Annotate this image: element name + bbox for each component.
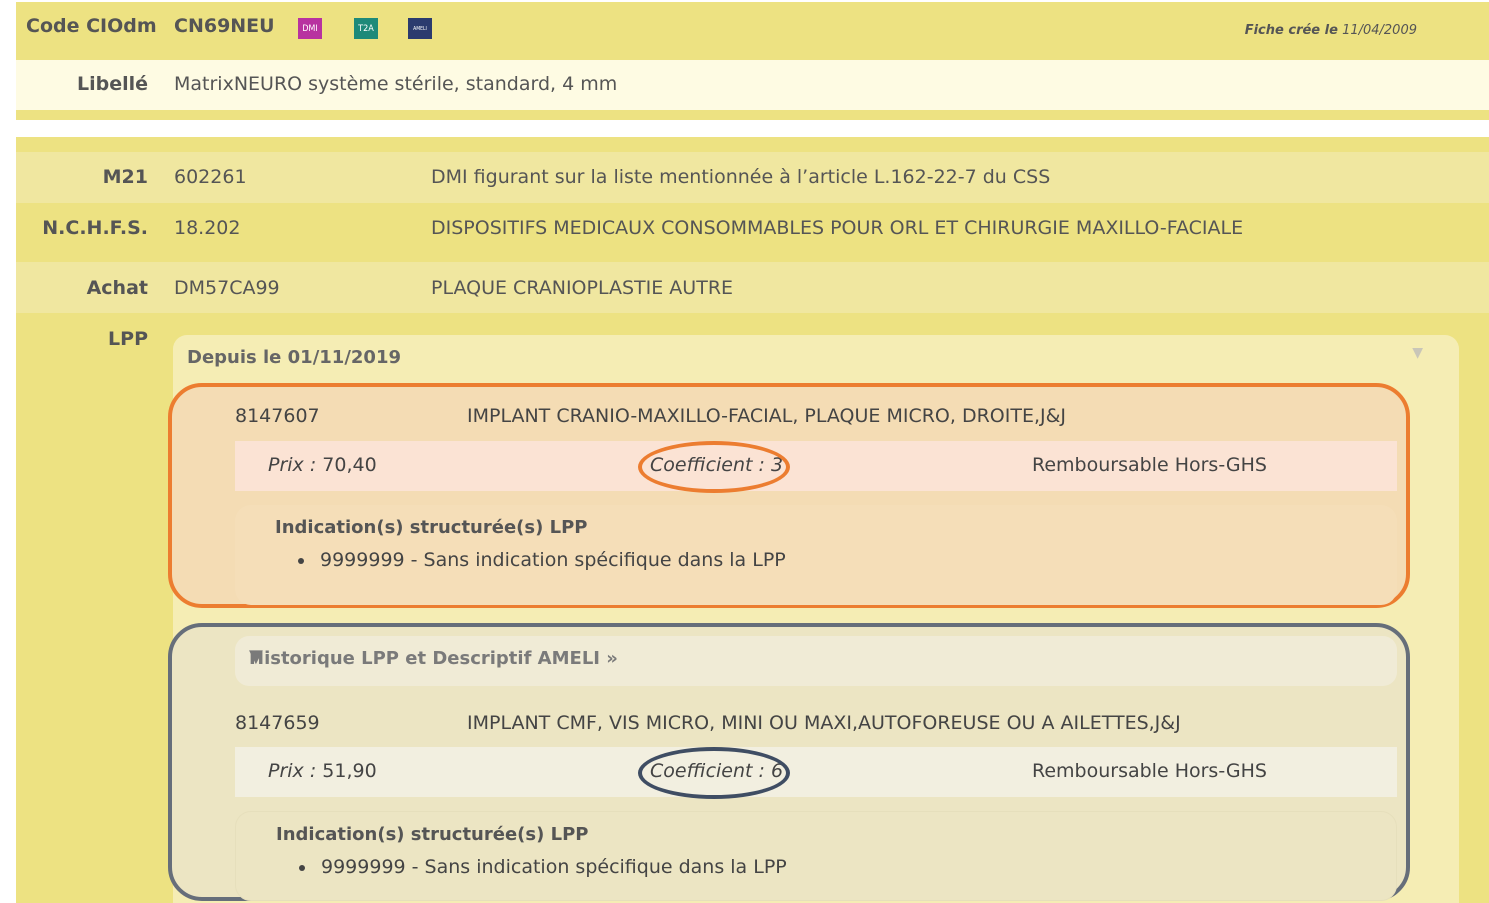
dmi-badge-icon[interactable]: DMI (298, 18, 322, 39)
coefficient-highlight (638, 747, 790, 799)
price-row: Prix : 51,90 Coefficient : 6 Remboursabl… (235, 747, 1397, 799)
remboursable: Remboursable Hors-GHS (1032, 454, 1267, 476)
m21-code: 602261 (174, 166, 247, 188)
indication-item: 9999999 - Sans indication spécifique dan… (299, 856, 787, 878)
nchfs-label: N.C.H.F.S. (42, 217, 148, 239)
indication-text: 9999999 - Sans indication spécifique dan… (321, 856, 787, 878)
lpp-code: 8147607 (235, 405, 320, 427)
history-header[interactable]: Historique LPP et Descriptif AMELI » ▼ (235, 636, 1397, 686)
ameli-badge-icon[interactable]: AMELI (408, 18, 432, 39)
chevron-down-icon[interactable]: ▼ (1412, 345, 1423, 361)
indication-title: Indication(s) structurée(s) LPP (276, 824, 589, 845)
indication-text: 9999999 - Sans indication spécifique dan… (320, 549, 786, 571)
m21-text: DMI figurant sur la liste mentionnée à l… (431, 166, 1051, 188)
indication-box: Indication(s) structurée(s) LPP 9999999 … (235, 505, 1397, 605)
prix: Prix : 70,40 (268, 454, 377, 476)
achat-text: PLAQUE CRANIOPLASTIE AUTRE (431, 277, 734, 299)
lpp-panel-title[interactable]: Depuis le 01/11/2019 (187, 347, 401, 368)
achat-code: DM57CA99 (174, 277, 280, 299)
divider (16, 110, 1489, 120)
chevron-down-icon[interactable]: ▼ (249, 646, 1361, 667)
price-row: Prix : 70,40 Coefficient : 3 Remboursabl… (235, 441, 1397, 493)
lpp-code: 8147659 (235, 712, 320, 734)
header-bar: Code CIOdm CN69NEU DMI T2A AMELI Fiche c… (16, 2, 1489, 60)
t2a-badge-icon[interactable]: T2A (354, 18, 378, 39)
libelle-label: Libellé (76, 73, 148, 95)
lpp-description: IMPLANT CMF, VIS MICRO, MINI OU MAXI,AUT… (467, 712, 1181, 734)
prix-value: 70,40 (322, 454, 377, 476)
libelle-value: MatrixNEURO système stérile, standard, 4… (174, 73, 618, 95)
bullet-icon (298, 558, 304, 564)
fiche-date-value: 11/04/2009 (1342, 23, 1417, 38)
code-label: Code CIOdm (26, 15, 157, 37)
info-top-strip (16, 137, 1489, 152)
prix: Prix : 51,90 (268, 760, 377, 782)
code-value: CN69NEU (174, 15, 275, 37)
nchfs-text: DISPOSITIFS MEDICAUX CONSOMMABLES POUR O… (431, 217, 1244, 239)
lpp-history-card: Historique LPP et Descriptif AMELI » ▼ 8… (168, 623, 1410, 901)
prix-label: Prix : (268, 760, 317, 782)
lpp-label: LPP (108, 328, 148, 350)
lpp-current-card: 8147607 IMPLANT CRANIO-MAXILLO-FACIAL, P… (168, 383, 1410, 608)
fiche-date: Fiche crée le 11/04/2009 (1245, 23, 1417, 38)
coefficient-highlight (638, 441, 790, 493)
prix-value: 51,90 (322, 760, 377, 782)
achat-label: Achat (86, 277, 148, 299)
prix-label: Prix : (268, 454, 317, 476)
indication-box: Indication(s) structurée(s) LPP 9999999 … (235, 811, 1397, 901)
remboursable: Remboursable Hors-GHS (1032, 760, 1267, 782)
bullet-icon (299, 865, 305, 871)
nchfs-code: 18.202 (174, 217, 241, 239)
indication-item: 9999999 - Sans indication spécifique dan… (298, 549, 786, 571)
fiche-prefix: Fiche crée le (1244, 23, 1338, 38)
lpp-description: IMPLANT CRANIO-MAXILLO-FACIAL, PLAQUE MI… (467, 405, 1067, 427)
indication-title: Indication(s) structurée(s) LPP (275, 517, 588, 538)
m21-label: M21 (102, 166, 148, 188)
